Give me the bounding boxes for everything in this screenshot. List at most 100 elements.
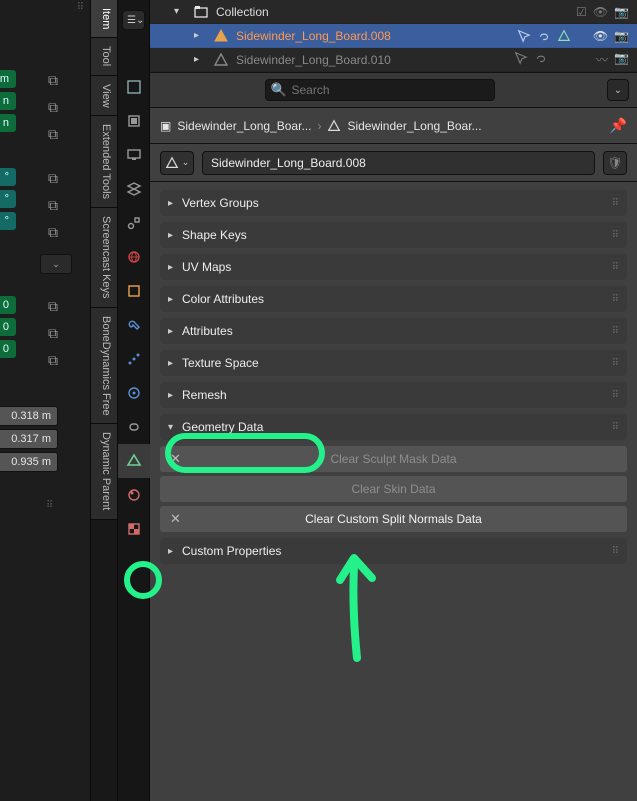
camera-icon[interactable]: 📷 xyxy=(614,51,629,68)
tab-extended-tools[interactable]: Extended Tools xyxy=(91,116,117,208)
disclosure-icon[interactable]: ▸ xyxy=(194,30,206,41)
checkbox-icon[interactable]: ☑ xyxy=(576,5,587,19)
scale-z-field[interactable]: 0 xyxy=(0,340,16,358)
x-icon: ✕ xyxy=(170,511,181,527)
camera-icon[interactable]: 📷 xyxy=(614,29,629,43)
tab-constraint-icon[interactable] xyxy=(118,410,150,444)
location-z-field[interactable]: n xyxy=(0,114,16,132)
copy-icon[interactable]: ⧉ xyxy=(48,224,58,241)
select-icon[interactable] xyxy=(517,29,531,43)
panel-remesh[interactable]: ▸Remesh⠿ xyxy=(160,382,627,408)
tab-bonedynamics-free[interactable]: BoneDynamics Free xyxy=(91,308,117,425)
collection-icon xyxy=(192,3,210,21)
copy-icon[interactable]: ⧉ xyxy=(48,99,58,116)
left-panel-strip: ⠿ m n n ⧉ ⧉ ⧉ ° ° ° ⧉ ⧉ ⧉ ⌄ 0 0 0 ⧉ ⧉ ⧉ … xyxy=(0,0,90,801)
copy-icon[interactable]: ⧉ xyxy=(48,325,58,342)
drag-handle-icon[interactable]: ⠿ xyxy=(612,262,621,273)
tab-screencast-keys[interactable]: Screencast Keys xyxy=(91,208,117,308)
tab-render-icon[interactable] xyxy=(118,104,150,138)
eye-icon[interactable]: 👁 xyxy=(593,29,608,43)
tab-texture-icon[interactable] xyxy=(118,512,150,546)
drag-handle-icon[interactable]: ⠿ xyxy=(46,500,55,511)
mesh-data-icon[interactable] xyxy=(557,29,571,43)
camera-icon[interactable]: 📷 xyxy=(614,5,629,19)
tab-dynamic-parent[interactable]: Dynamic Parent xyxy=(91,424,117,519)
scale-y-field[interactable]: 0 xyxy=(0,318,16,336)
tab-mesh-data-icon[interactable] xyxy=(118,444,150,478)
collection-row[interactable]: ▾ Collection ☑ 👁 📷 xyxy=(150,0,637,24)
tab-material-icon[interactable] xyxy=(118,478,150,512)
select-icon[interactable] xyxy=(514,51,528,65)
tab-view[interactable]: View xyxy=(91,76,117,117)
panel-custom-properties[interactable]: ▸Custom Properties⠿ xyxy=(160,538,627,564)
copy-icon[interactable]: ⧉ xyxy=(48,126,58,143)
copy-icon[interactable]: ⧉ xyxy=(48,72,58,89)
breadcrumb-mesh[interactable]: Sidewinder_Long_Boar... xyxy=(347,119,481,133)
tab-modifier-icon[interactable] xyxy=(118,308,150,342)
panel-uv-maps[interactable]: ▸UV Maps⠿ xyxy=(160,254,627,280)
outliner[interactable]: ▾ Collection ☑ 👁 📷 ▸ Sidewinder_Long_Boa… xyxy=(150,0,637,72)
tab-particles-icon[interactable] xyxy=(118,342,150,376)
panel-geometry-data[interactable]: ▾ Geometry Data ⠿ xyxy=(160,414,627,440)
pin-icon[interactable]: 📌 xyxy=(610,117,627,134)
drag-handle-icon[interactable]: ⠿ xyxy=(612,198,621,209)
link-icon[interactable] xyxy=(537,29,551,43)
disclosure-icon[interactable]: ▸ xyxy=(194,54,206,65)
object-row[interactable]: ▸ Sidewinder_Long_Board.008 👁 📷 xyxy=(150,24,637,48)
rotation-z-field[interactable]: ° xyxy=(0,212,16,230)
drag-handle-icon[interactable]: ⠿ xyxy=(612,390,621,401)
tab-view-layer-icon[interactable] xyxy=(118,172,150,206)
tab-world-icon[interactable] xyxy=(118,240,150,274)
location-x-field[interactable]: m xyxy=(0,70,16,88)
panel-vertex-groups[interactable]: ▸Vertex Groups⠿ xyxy=(160,190,627,216)
panel-shape-keys[interactable]: ▸Shape Keys⠿ xyxy=(160,222,627,248)
properties-search-bar: 🔍 ⌄ xyxy=(150,72,637,108)
rotation-y-field[interactable]: ° xyxy=(0,190,16,208)
eye-closed-icon[interactable]: 〰 xyxy=(596,51,608,68)
search-input[interactable] xyxy=(265,79,495,101)
eye-icon[interactable]: 👁 xyxy=(593,5,608,19)
dimension-x-field[interactable]: 0.318 m xyxy=(0,406,58,426)
tab-physics-icon[interactable] xyxy=(118,376,150,410)
object-row[interactable]: ▸ Sidewinder_Long_Board.010 〰 📷 xyxy=(150,48,637,72)
drag-handle-icon[interactable]: ⠿ xyxy=(612,294,621,305)
mesh-icon xyxy=(212,51,230,69)
drag-handle-icon[interactable]: ⠿ xyxy=(612,546,621,557)
copy-icon[interactable]: ⧉ xyxy=(48,170,58,187)
disclosure-icon[interactable]: ▾ xyxy=(174,6,186,17)
filter-dropdown[interactable]: ⌄ xyxy=(607,79,629,101)
copy-icon[interactable]: ⧉ xyxy=(48,197,58,214)
drag-handle-icon[interactable]: ⠿ xyxy=(612,230,621,241)
chevron-right-icon: ▸ xyxy=(168,546,182,557)
tab-scene-icon[interactable] xyxy=(118,206,150,240)
tab-item[interactable]: Item xyxy=(91,0,117,38)
chevron-right-icon: ▸ xyxy=(168,390,182,401)
scale-x-field[interactable]: 0 xyxy=(0,296,16,314)
drag-handle-icon[interactable]: ⠿ xyxy=(612,422,621,433)
editor-type-dropdown[interactable]: ☰⌄ xyxy=(122,10,145,30)
drag-handle-icon[interactable]: ⠿ xyxy=(612,358,621,369)
mesh-name-input[interactable] xyxy=(202,151,595,175)
clear-custom-split-normals-button[interactable]: ✕Clear Custom Split Normals Data xyxy=(160,506,627,532)
location-y-field[interactable]: n xyxy=(0,92,16,110)
dimension-z-field[interactable]: 0.935 m xyxy=(0,452,58,472)
tab-object-icon[interactable] xyxy=(118,274,150,308)
rotation-mode-dropdown[interactable]: ⌄ xyxy=(40,254,72,274)
drag-handle-icon[interactable]: ⠿ xyxy=(612,326,621,337)
rotation-x-field[interactable]: ° xyxy=(0,168,16,186)
tab-tool-icon[interactable] xyxy=(118,70,150,104)
breadcrumb-scene[interactable]: Sidewinder_Long_Boar... xyxy=(177,119,311,133)
link-icon[interactable] xyxy=(534,51,548,65)
tab-output-icon[interactable] xyxy=(118,138,150,172)
copy-icon[interactable]: ⧉ xyxy=(48,352,58,369)
copy-icon[interactable]: ⧉ xyxy=(48,298,58,315)
fake-user-toggle[interactable]: 🛡 xyxy=(603,151,627,175)
panel-texture-space[interactable]: ▸Texture Space⠿ xyxy=(160,350,627,376)
dimension-y-field[interactable]: 0.317 m xyxy=(0,429,58,449)
drag-handle-icon[interactable]: ⠿ xyxy=(77,2,86,13)
panel-attributes[interactable]: ▸Attributes⠿ xyxy=(160,318,627,344)
mesh-datablock-dropdown[interactable]: ⌄ xyxy=(160,151,194,175)
tab-tool[interactable]: Tool xyxy=(91,38,117,75)
panels-scroll-area[interactable]: ▸Vertex Groups⠿ ▸Shape Keys⠿ ▸UV Maps⠿ ▸… xyxy=(150,182,637,801)
panel-color-attributes[interactable]: ▸Color Attributes⠿ xyxy=(160,286,627,312)
